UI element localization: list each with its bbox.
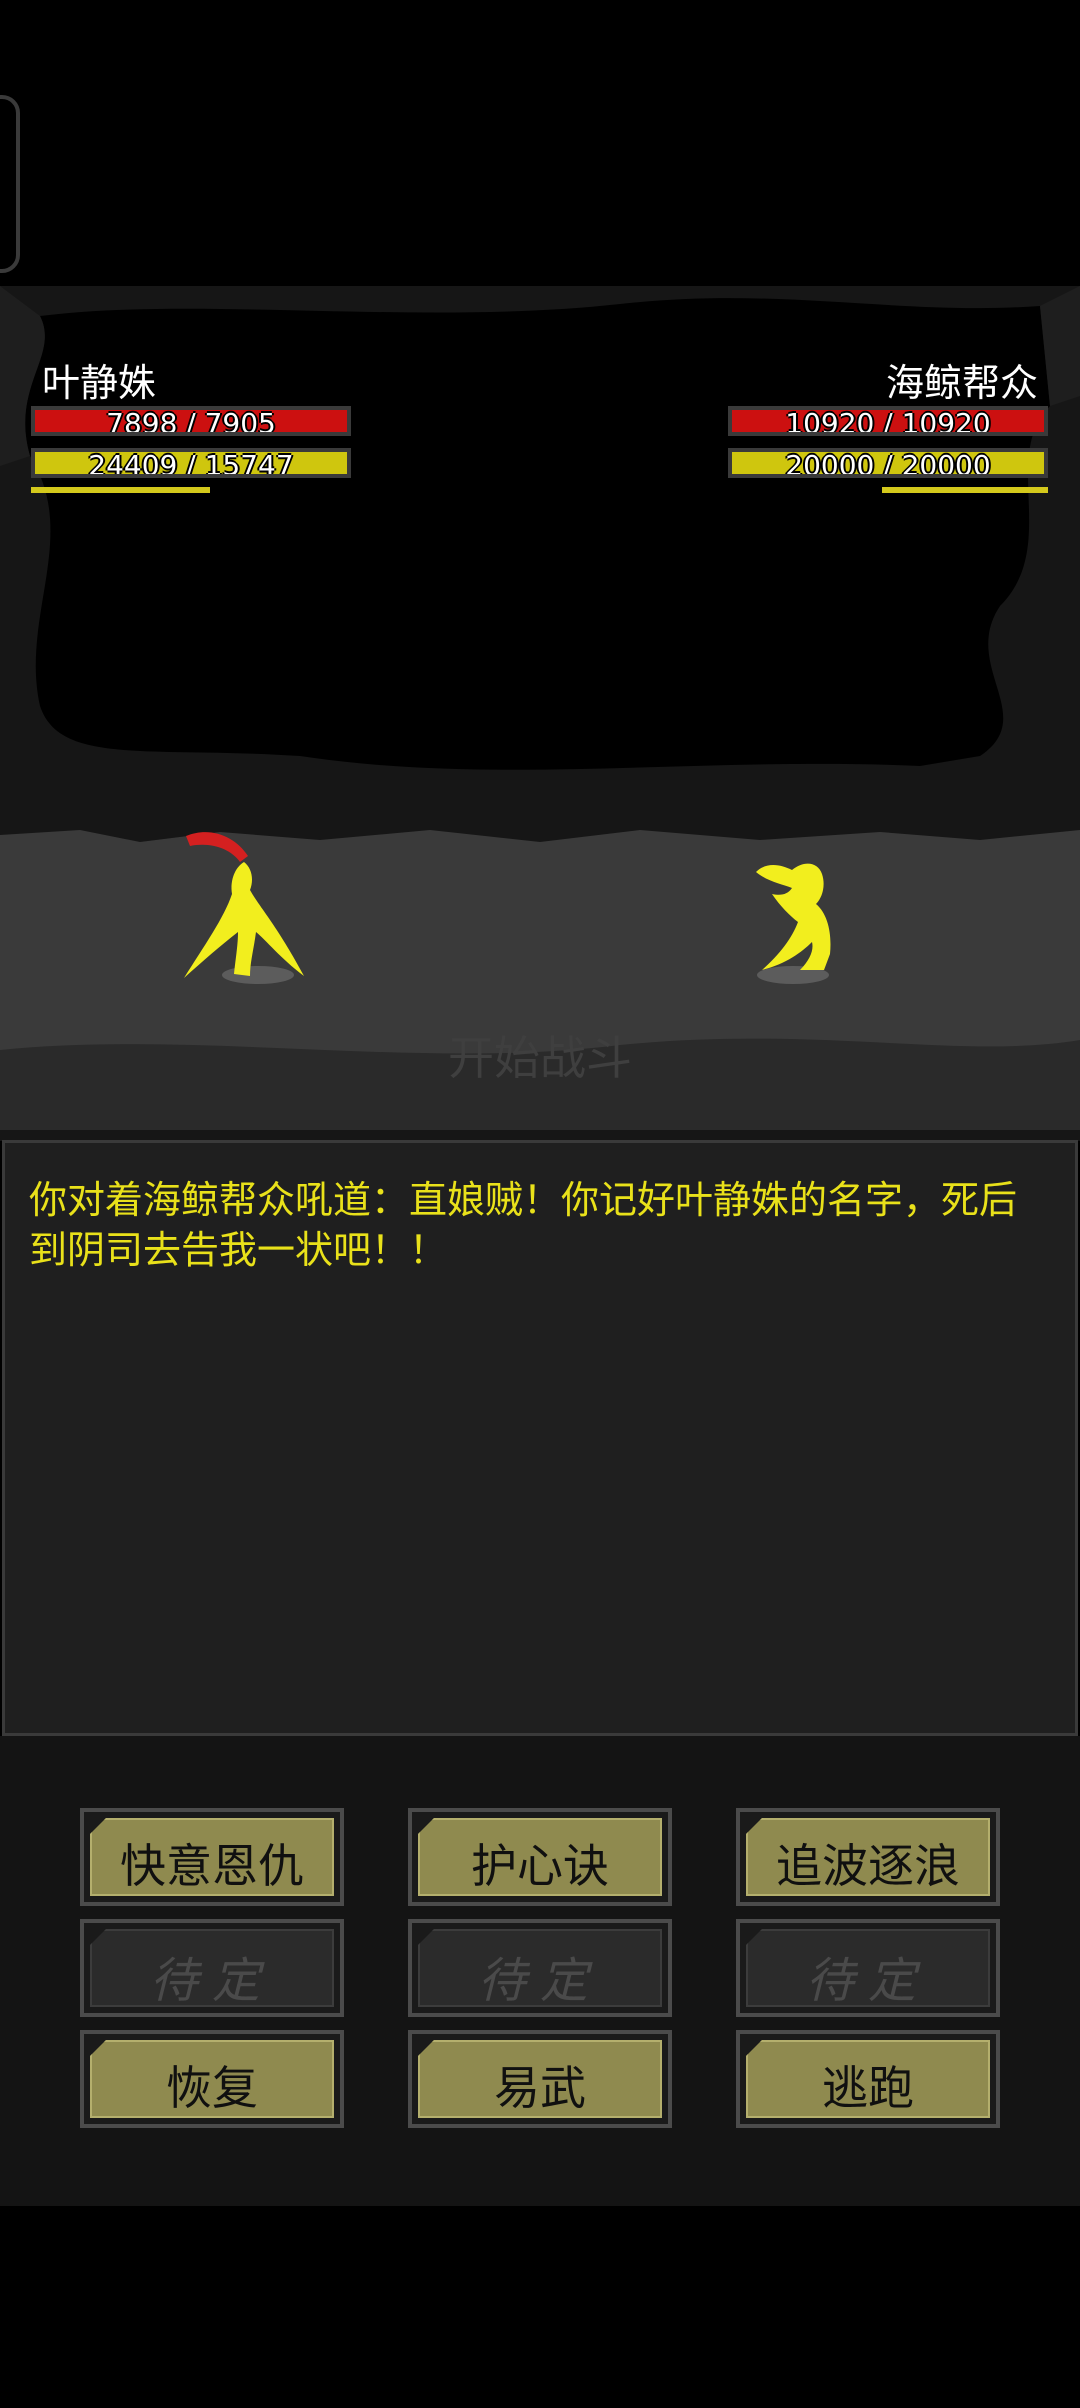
skill-button[interactable]: 逃跑 xyxy=(736,2030,1000,2128)
battle-log-panel[interactable]: 你对着海鲸帮众吼道：直娘贼！你记好叶静姝的名字，死后到阴司去告我一状吧！！ xyxy=(2,1140,1078,1736)
sword-icon xyxy=(186,832,248,862)
skill-button-label: 待定 xyxy=(149,1953,274,2009)
enemy-hp-bar: 10920 / 10920 xyxy=(728,406,1048,436)
skill-button-label: 追波逐浪 xyxy=(776,1839,960,1893)
enemy-name: 海鲸帮众 xyxy=(885,361,1038,405)
skill-button[interactable]: 追波逐浪 xyxy=(736,1808,1000,1906)
player-character xyxy=(184,832,304,978)
skill-button-label: 快意恩仇 xyxy=(120,1839,304,1893)
skill-button-label: 护心诀 xyxy=(471,1839,609,1893)
skill-button-label: 待定 xyxy=(805,1953,930,2009)
battle-status-text: 开始战斗 xyxy=(448,1031,632,1085)
player-charge-bar xyxy=(31,487,211,493)
skill-button[interactable]: 护心诀 xyxy=(408,1808,672,1906)
enemy-charge-bar xyxy=(881,487,1048,493)
skill-button-placeholder: 待定 xyxy=(80,1919,344,2017)
player-name: 叶静姝 xyxy=(42,361,157,405)
player-mp-text: 24409 / 15747 xyxy=(88,449,294,478)
skill-button-label: 逃跑 xyxy=(822,2061,914,2115)
bottom-black-bar xyxy=(0,2206,1080,2408)
enemy-mp-text: 20000 / 20000 xyxy=(785,449,991,478)
top-black-bar xyxy=(0,0,1080,286)
skill-button[interactable]: 易武 xyxy=(408,2030,672,2128)
skill-button-placeholder: 待定 xyxy=(408,1919,672,2017)
skill-button[interactable]: 快意恩仇 xyxy=(80,1808,344,1906)
enemy-hp-text: 10920 / 10920 xyxy=(785,407,991,436)
enemy-mp-bar: 20000 / 20000 xyxy=(728,448,1048,478)
player-mp-bar: 24409 / 15747 xyxy=(31,448,351,478)
skill-button[interactable]: 恢复 xyxy=(80,2030,344,2128)
skill-button-label: 待定 xyxy=(477,1953,602,2009)
corner-frame xyxy=(0,95,20,273)
battle-log-text: 你对着海鲸帮众吼道：直娘贼！你记好叶静姝的名字，死后到阴司去告我一状吧！！ xyxy=(29,1178,1018,1272)
player-hp-text: 7898 / 7905 xyxy=(106,407,276,436)
player-hp-bar: 7898 / 7905 xyxy=(31,406,351,436)
enemy-character xyxy=(756,863,831,970)
skill-button-label: 恢复 xyxy=(166,2061,258,2115)
skill-button-label: 易武 xyxy=(494,2061,586,2115)
skill-button-placeholder: 待定 xyxy=(736,1919,1000,2017)
